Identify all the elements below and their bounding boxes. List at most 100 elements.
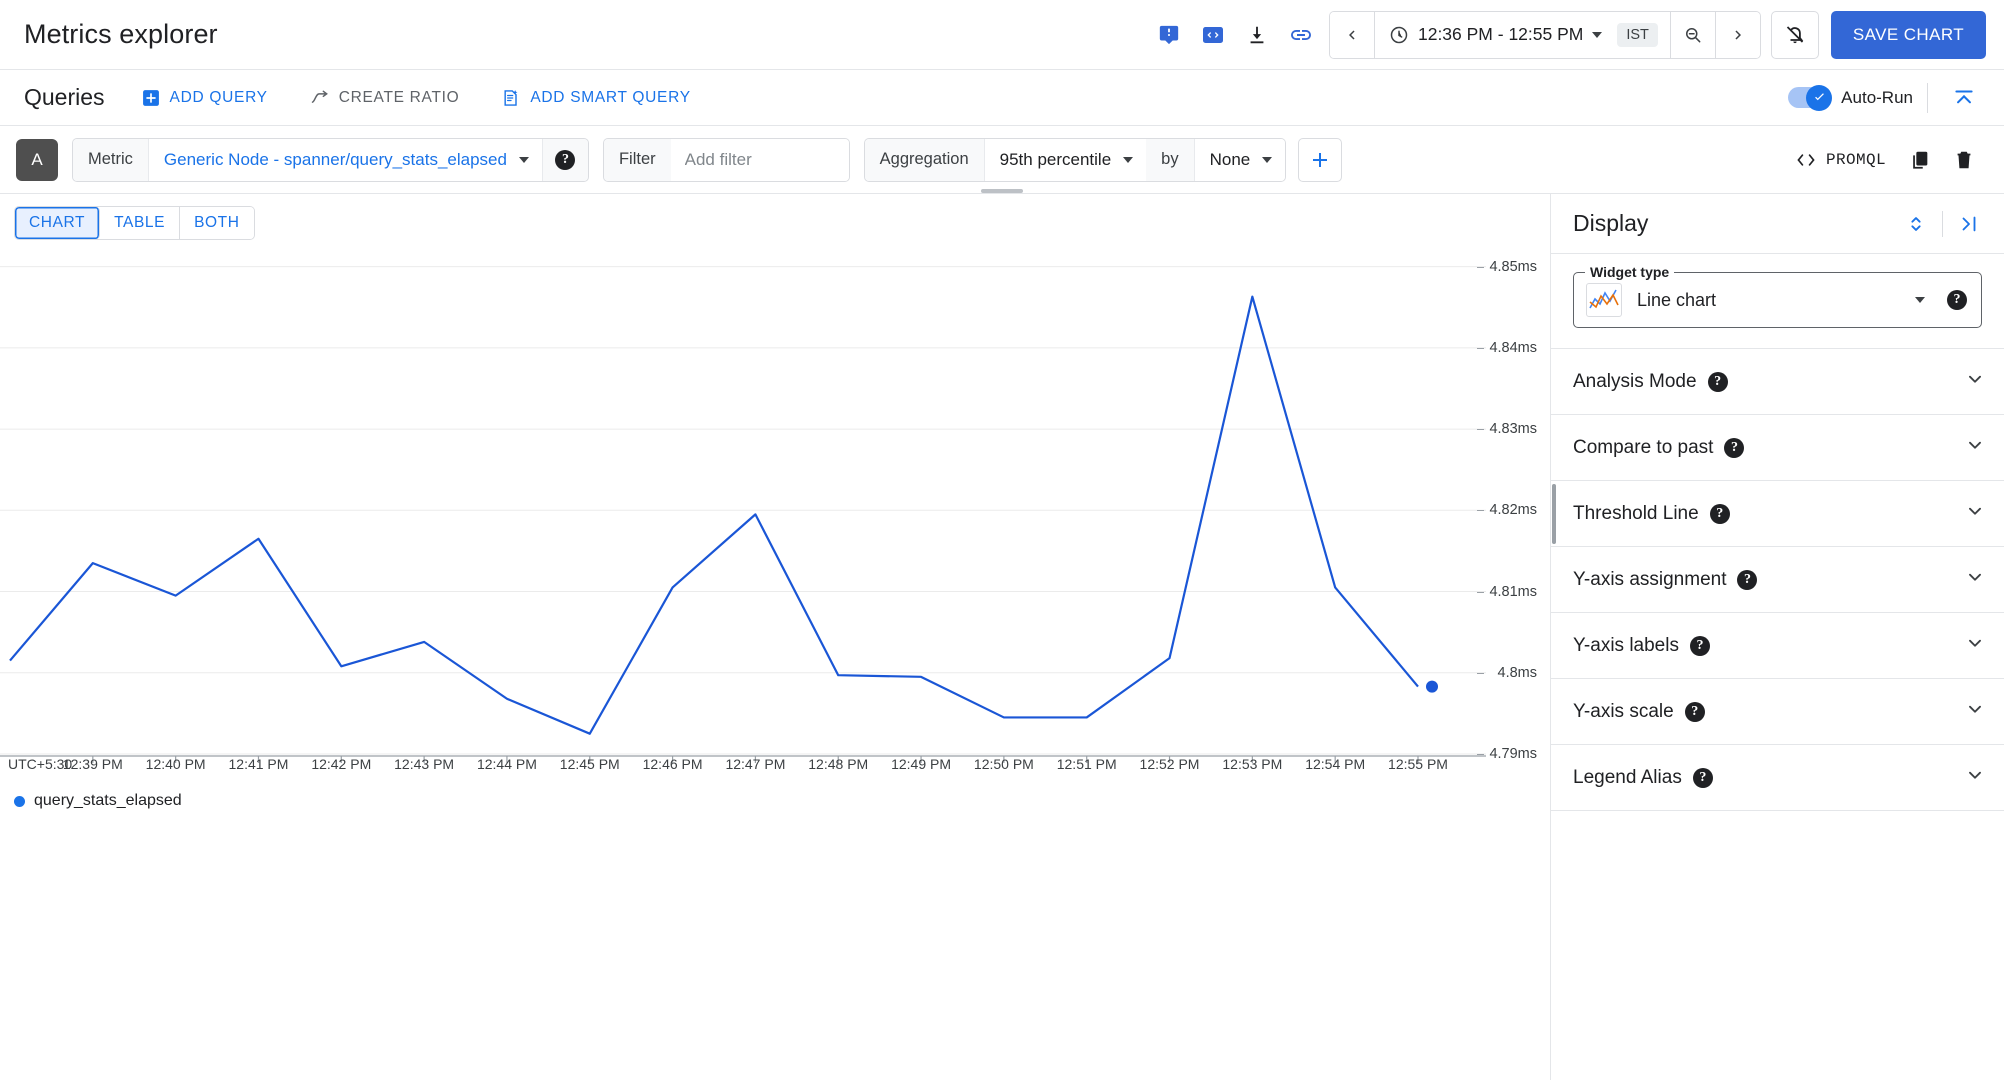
create-ratio-label: CREATE RATIO — [338, 88, 460, 106]
collapse-up-icon — [1955, 89, 1973, 103]
smart-query-icon — [504, 89, 518, 106]
widget-type-legend: Widget type — [1585, 264, 1675, 280]
disable-alerts-button[interactable] — [1770, 10, 1819, 59]
help-icon[interactable]: ? — [1737, 569, 1758, 590]
display-section-analysis-mode[interactable]: Analysis Mode? — [1551, 349, 2004, 415]
metric-selector[interactable]: Generic Node - spanner/query_stats_elaps… — [147, 138, 542, 181]
section-label: Y-axis scale — [1573, 700, 1674, 722]
display-section-y-axis-assignment[interactable]: Y-axis assignment? — [1551, 547, 2004, 613]
latest-value-marker[interactable] — [1426, 680, 1438, 693]
link-icon[interactable] — [1279, 13, 1323, 57]
time-prev-button[interactable] — [1329, 11, 1374, 58]
create-ratio-button[interactable]: CREATE RATIO — [308, 82, 462, 114]
auto-run-toggle-group[interactable]: Auto-Run — [1788, 84, 1913, 111]
duplicate-query-button[interactable] — [1898, 138, 1942, 182]
tab-table[interactable]: TABLE — [100, 207, 181, 239]
section-label: Threshold Line — [1573, 502, 1699, 524]
tab-chart[interactable]: CHART — [15, 207, 101, 239]
line-chart-thumbnail-icon — [1586, 283, 1622, 317]
add-smart-query-label: ADD SMART QUERY — [530, 88, 691, 106]
collapse-right-icon — [1962, 216, 1976, 231]
help-icon[interactable]: ? — [1709, 503, 1730, 524]
filter-input[interactable] — [670, 138, 849, 181]
panel-scrollbar[interactable] — [1552, 484, 1556, 544]
help-icon[interactable]: ? — [1724, 437, 1745, 458]
chevron-down-icon — [1123, 156, 1134, 163]
add-query-button[interactable]: ADD QUERY — [139, 82, 270, 114]
y-axis-labels: 4.85ms 4.84ms 4.83ms 4.82ms 4.81ms 4.8ms 4.79m… — [1477, 194, 1550, 1080]
feedback-icon[interactable] — [1147, 13, 1191, 57]
x-axis-tick-label: 12:46 PM — [642, 756, 703, 772]
chart-legend[interactable]: query_stats_elapsed — [14, 792, 182, 810]
chevron-down-icon — [1964, 632, 1986, 659]
chart-panel: CHART TABLE BOTH 4.85ms 4.84ms 4.83ms 4.82m… — [0, 194, 1550, 1080]
save-chart-button[interactable]: SAVE CHART — [1830, 10, 1986, 59]
chevron-down-icon — [1964, 698, 1986, 725]
widget-type-selector[interactable]: Widget type Line chart ? — [1573, 264, 1982, 328]
y-axis-tick-mark — [1477, 754, 1484, 755]
section-label: Legend Alias — [1573, 766, 1682, 788]
display-section-threshold-line[interactable]: Threshold Line? — [1551, 481, 2004, 547]
filter-label: Filter — [603, 138, 671, 181]
copy-icon — [1913, 151, 1928, 169]
help-icon[interactable]: ? — [1947, 290, 1967, 310]
code-icon[interactable] — [1191, 13, 1235, 57]
x-axis-tick-label: 12:40 PM — [145, 756, 206, 772]
legend-color-swatch — [14, 795, 25, 807]
plus-square-icon — [142, 89, 159, 106]
time-next-button[interactable] — [1715, 11, 1760, 58]
timezone-chip[interactable]: IST — [1617, 22, 1658, 47]
resize-handle[interactable] — [981, 189, 1023, 193]
auto-run-toggle[interactable] — [1788, 84, 1833, 111]
help-icon[interactable]: ? — [1684, 701, 1705, 722]
expand-collapse-all-button[interactable] — [1897, 205, 1935, 243]
help-icon[interactable]: ? — [1692, 767, 1713, 788]
toggle-knob — [1806, 84, 1833, 111]
y-axis-tick-mark — [1477, 510, 1484, 512]
trash-icon — [1957, 151, 1971, 168]
y-axis-tick-mark — [1477, 429, 1484, 431]
y-axis-tick-mark — [1477, 347, 1484, 349]
display-section-y-axis-labels[interactable]: Y-axis labels? — [1551, 613, 2004, 679]
display-section-compare-to-past[interactable]: Compare to past? — [1551, 415, 2004, 481]
x-axis-labels: UTC+5:30 12:39 PM 12:40 PM 12:41 PM 12:42 P… — [0, 756, 1550, 778]
download-icon[interactable] — [1235, 13, 1279, 57]
x-axis-tick-label: 12:54 PM — [1305, 756, 1366, 772]
metric-field-group: Metric Generic Node - spanner/query_stat… — [72, 137, 589, 182]
series-line[interactable] — [9, 295, 1419, 735]
x-axis-tick-label: 12:44 PM — [476, 756, 537, 772]
line-chart[interactable] — [0, 194, 1550, 1080]
query-letter-chip: A — [16, 138, 58, 181]
metric-help-button[interactable]: ? — [541, 138, 588, 181]
aggregation-selector[interactable]: 95th percentile — [983, 138, 1147, 181]
add-query-label: ADD QUERY — [169, 88, 268, 106]
close-panel-button[interactable] — [1950, 205, 1988, 243]
time-range-selector[interactable]: 12:36 PM - 12:55 PM IST — [1374, 11, 1670, 58]
section-label: Y-axis labels — [1573, 634, 1679, 656]
display-panel: Display Widget type Line chart ? Analysi… — [1550, 194, 2004, 1080]
y-axis-tick-label: 4.84ms — [1489, 339, 1537, 356]
delete-query-button[interactable] — [1942, 138, 1986, 182]
tab-both[interactable]: BOTH — [180, 207, 254, 239]
promql-button[interactable]: PROMQL — [1795, 151, 1886, 169]
time-range-control[interactable]: 12:36 PM - 12:55 PM IST — [1328, 10, 1761, 59]
aggregation-field-group: Aggregation 95th percentile by None — [863, 137, 1287, 182]
y-axis-tick-mark — [1477, 266, 1484, 268]
add-field-button[interactable] — [1298, 137, 1343, 182]
collapse-queries-button[interactable] — [1942, 76, 1986, 120]
y-axis-tick-label: 4.82ms — [1489, 502, 1537, 519]
group-by-selector[interactable]: None — [1193, 138, 1286, 181]
x-axis-tick-label: 12:55 PM — [1388, 756, 1448, 772]
y-axis-tick-label: 4.83ms — [1489, 421, 1537, 438]
display-title: Display — [1573, 210, 1649, 236]
help-icon[interactable]: ? — [1707, 371, 1728, 392]
help-icon[interactable]: ? — [1689, 635, 1710, 656]
display-panel-header: Display — [1551, 194, 2004, 254]
add-smart-query-button[interactable]: ADD SMART QUERY — [499, 82, 692, 114]
zoom-out-button[interactable] — [1670, 11, 1715, 58]
display-sections: Analysis Mode? Compare to past? Threshold … — [1551, 349, 2004, 811]
display-section-legend-alias[interactable]: Legend Alias? — [1551, 745, 2004, 811]
view-mode-tabs: CHART TABLE BOTH — [14, 206, 255, 240]
y-axis-tick-mark — [1477, 672, 1484, 674]
display-section-y-axis-scale[interactable]: Y-axis scale? — [1551, 679, 2004, 745]
